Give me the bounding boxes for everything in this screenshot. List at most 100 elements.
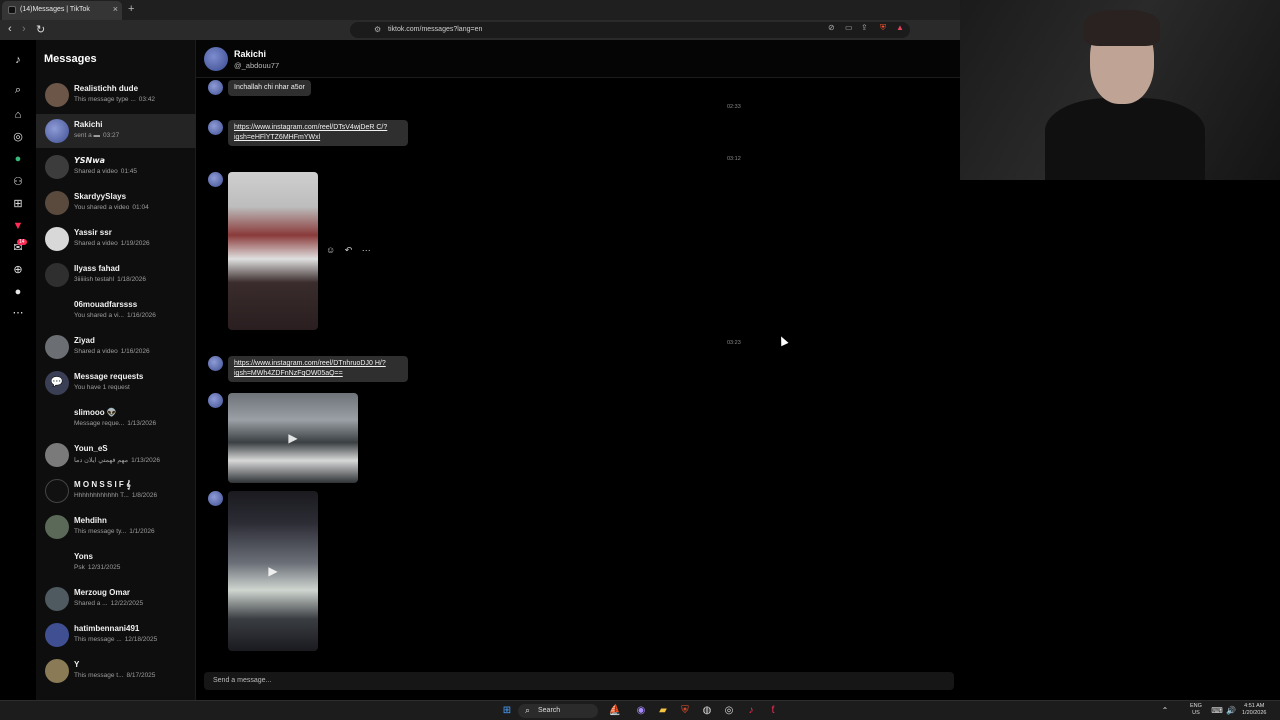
browser-tab-bar: (14)Messages | TikTok × + xyxy=(0,0,960,20)
conversation-item[interactable]: Youn_eS مهم فهمتي ايلان دما 1/13/2026 xyxy=(36,438,196,472)
conversation-preview: Shared a video 01:45 xyxy=(74,168,138,175)
search-icon: ⌕ xyxy=(525,705,531,715)
explore-icon[interactable]: ◎ xyxy=(11,130,25,144)
tray-expand-icon[interactable]: ⌃ xyxy=(1158,704,1172,718)
message-avatar[interactable] xyxy=(208,491,223,506)
back-button[interactable]: ‹ xyxy=(8,23,12,35)
site-info-icon[interactable]: ⚙ xyxy=(374,25,381,34)
avatar xyxy=(45,227,69,251)
conversation-item[interactable]: Yassir ssr Shared a video 1/19/2026 xyxy=(36,222,196,256)
message-bubble: Inchallah chi nhar a5or xyxy=(228,80,311,96)
taskbar-search[interactable]: ⌕ Search xyxy=(518,704,598,718)
conversation-item[interactable]: SkardyySlays You shared a video 01:04 xyxy=(36,186,196,220)
conversation-name: Merzoug Omar xyxy=(74,588,131,597)
avatar xyxy=(45,119,69,143)
shared-post-thumbnail[interactable] xyxy=(228,172,318,330)
message-requests-item[interactable]: 💬 Message requests You have 1 request xyxy=(36,366,196,400)
steam-icon[interactable]: ◍ xyxy=(700,704,714,718)
shared-video-thumbnail[interactable]: ▶ xyxy=(228,393,358,483)
clock[interactable]: 4:51 AM 1/20/2026 xyxy=(1242,703,1266,717)
brave-shield-icon[interactable]: ⛨ xyxy=(880,23,886,33)
new-tab-button[interactable]: + xyxy=(128,3,134,15)
rewards-icon[interactable]: ▲ xyxy=(896,23,904,32)
file-explorer-icon[interactable]: ▰ xyxy=(656,704,670,718)
contact-name[interactable]: Rakichi xyxy=(234,49,266,59)
message-avatar[interactable] xyxy=(208,393,223,408)
link-message-bubble[interactable]: https://www.instagram.com/reel/DTsV4wjDe… xyxy=(228,120,408,146)
conversation-list: Messages Realistichh dude This message t… xyxy=(36,40,196,700)
shared-video-thumbnail[interactable]: ▶ xyxy=(228,491,318,651)
discord-icon[interactable]: ◉ xyxy=(634,704,648,718)
conversation-preview: 3iiiiiish testahl 1/18/2026 xyxy=(74,276,147,283)
react-icon[interactable]: ☺ xyxy=(326,245,335,255)
conversation-name: Realistichh dude xyxy=(74,84,139,93)
network-icon[interactable]: ⌨ xyxy=(1210,704,1224,718)
live-icon[interactable]: ● xyxy=(11,152,25,166)
avatar xyxy=(45,335,69,359)
tiktok-live-studio-icon[interactable]: ƭ xyxy=(766,704,780,718)
messages-badge: 14 xyxy=(17,239,27,245)
conversation-item[interactable]: 06mouadfarssss You shared a vi... 1/16/20… xyxy=(36,294,196,328)
obs-icon[interactable]: ◎ xyxy=(722,704,736,718)
tiktok-app-icon[interactable]: ♪ xyxy=(744,704,758,718)
conversation-item[interactable]: slimooo 👽 Message reque... 1/13/2026 xyxy=(36,402,196,436)
conversation-item[interactable]: Ziyad Shared a video 1/16/2026 xyxy=(36,330,196,364)
link-message-bubble[interactable]: https://www.instagram.com/reel/DTnhruoDJ… xyxy=(228,356,408,382)
profile-avatar-icon[interactable]: ● xyxy=(11,285,25,299)
media-icon[interactable]: ⊘ xyxy=(828,23,835,32)
search-icon[interactable]: ⌕ xyxy=(11,83,25,97)
tiktok-logo-icon[interactable]: ♪ xyxy=(11,53,25,67)
conversation-item[interactable]: Realistichh dude This message type ... 03… xyxy=(36,78,196,112)
windows-taskbar: ⊞ ⌕ Search ⛵ ◉ ▰ ⛨ ◍ ◎ ♪ ƭ ⌃ ENG US ⌨ 🔊 4… xyxy=(0,700,1280,720)
conversation-item[interactable]: M O N S S I F 𝄞 Hhhhhhhhhhhh T... 1/8/202… xyxy=(36,474,196,508)
language-indicator[interactable]: ENG US xyxy=(1190,703,1202,717)
message-avatar[interactable] xyxy=(208,172,223,187)
share-icon[interactable]: ⇪ xyxy=(861,23,868,32)
following-icon[interactable]: ⚇ xyxy=(11,175,25,189)
conversation-preview: This message ty... 1/1/2026 xyxy=(74,528,155,535)
conversation-preview: Hhhhhhhhhhhh T... 1/8/2026 xyxy=(74,492,158,499)
conversation-item[interactable]: Merzoug Omar Shared a ... 12/22/2025 xyxy=(36,582,196,616)
cast-icon[interactable]: ▭ xyxy=(845,23,853,32)
conversation-item[interactable]: Y This message t... 8/17/2025 xyxy=(36,654,196,688)
conversation-preview: Shared a video 1/16/2026 xyxy=(74,348,150,355)
message-actions: ☺ ↶ ⋯ xyxy=(326,245,378,256)
home-icon[interactable]: ⌂ xyxy=(11,108,25,122)
forward-button[interactable]: › xyxy=(22,23,26,35)
address-bar[interactable]: ⚙ tiktok.com/messages?lang=en xyxy=(350,22,910,38)
brave-browser-icon[interactable]: ⛨ xyxy=(678,704,692,718)
conversation-item-active[interactable]: Rakichi sent a ▬ 03:27 xyxy=(36,114,196,148)
play-icon: ▶ xyxy=(268,564,278,578)
message-avatar[interactable] xyxy=(208,120,223,135)
conversation-name: Y xyxy=(74,660,80,669)
upload-icon[interactable]: ⊞ xyxy=(11,197,25,211)
conversation-item[interactable]: hatimbennani491 This message ... 12/18/20… xyxy=(36,618,196,652)
tab-close-icon[interactable]: × xyxy=(113,4,118,14)
conversation-item[interactable]: 𝙔𝙎𝙉𝙬𝙖 Shared a video 01:45 xyxy=(36,150,196,184)
conversation-preview: This message type ... 03:42 xyxy=(74,96,156,103)
conversation-item[interactable]: Ilyass fahad 3iiiiiish testahl 1/18/2026 xyxy=(36,258,196,292)
volume-icon[interactable]: 🔊 xyxy=(1224,704,1238,718)
activity-icon[interactable]: ▼ xyxy=(11,219,25,233)
more-icon[interactable]: ⋯ xyxy=(362,245,371,255)
contact-avatar[interactable] xyxy=(204,47,228,71)
reply-icon[interactable]: ↶ xyxy=(345,245,353,255)
reload-button[interactable]: ↻ xyxy=(36,23,45,36)
copilot-icon[interactable]: ⛵ xyxy=(608,704,622,718)
conversation-name: 𝙔𝙎𝙉𝙬𝙖 xyxy=(74,156,106,165)
conversation-item[interactable]: Mehdihn This message ty... 1/1/2026 xyxy=(36,510,196,544)
mouse-cursor xyxy=(777,334,789,347)
create-icon[interactable]: ⊕ xyxy=(11,263,25,277)
conversation-preview: This message ... 12/18/2025 xyxy=(74,636,158,643)
conversation-item[interactable]: Yons Psk 12/31/2025 xyxy=(36,546,196,580)
message-input-placeholder: Send a message... xyxy=(213,677,272,684)
message-avatar[interactable] xyxy=(208,356,223,371)
browser-tab-messages[interactable]: (14)Messages | TikTok × xyxy=(2,1,122,20)
windows-start-icon[interactable]: ⊞ xyxy=(500,704,514,718)
more-icon[interactable]: ⋯ xyxy=(11,306,25,320)
webcam-person-body xyxy=(1045,98,1205,180)
message-avatar[interactable] xyxy=(208,80,223,95)
message-input[interactable]: Send a message... xyxy=(204,672,954,690)
conversation-name: 06mouadfarssss xyxy=(74,300,138,309)
message-timestamp: 02:33 xyxy=(727,104,741,110)
